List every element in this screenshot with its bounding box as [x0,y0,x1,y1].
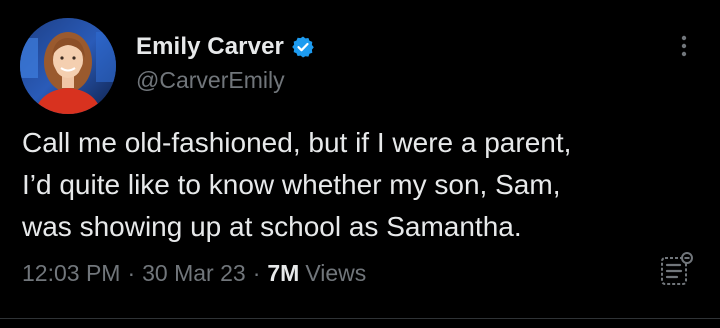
separator: · [127,260,136,286]
tweet-card: Emily Carver @CarverEmily Call me old-fa… [0,0,720,328]
separator: · [252,260,261,286]
author-handle[interactable]: @CarverEmily [136,67,315,94]
avatar[interactable] [20,18,116,114]
post-analytics-icon[interactable] [656,250,696,290]
views-count[interactable]: 7M [267,260,299,287]
author-header: Emily Carver @CarverEmily [136,30,315,100]
views-label[interactable]: Views [305,260,366,287]
tweet-time[interactable]: 12:03 PM [22,260,120,287]
divider [0,318,720,319]
verified-badge-icon[interactable] [291,35,315,59]
tweet-date[interactable]: 30 Mar 23 [142,260,246,287]
author-display-name[interactable]: Emily Carver [136,33,284,61]
more-options-icon[interactable] [672,30,696,62]
tweet-metadata: 12:03 PM · 30 Mar 23 · 7M Views [22,260,366,287]
name-row: Emily Carver [136,30,315,64]
tweet-text: Call me old-fashioned, but if I were a p… [22,127,572,242]
avatar-photo [20,18,116,114]
